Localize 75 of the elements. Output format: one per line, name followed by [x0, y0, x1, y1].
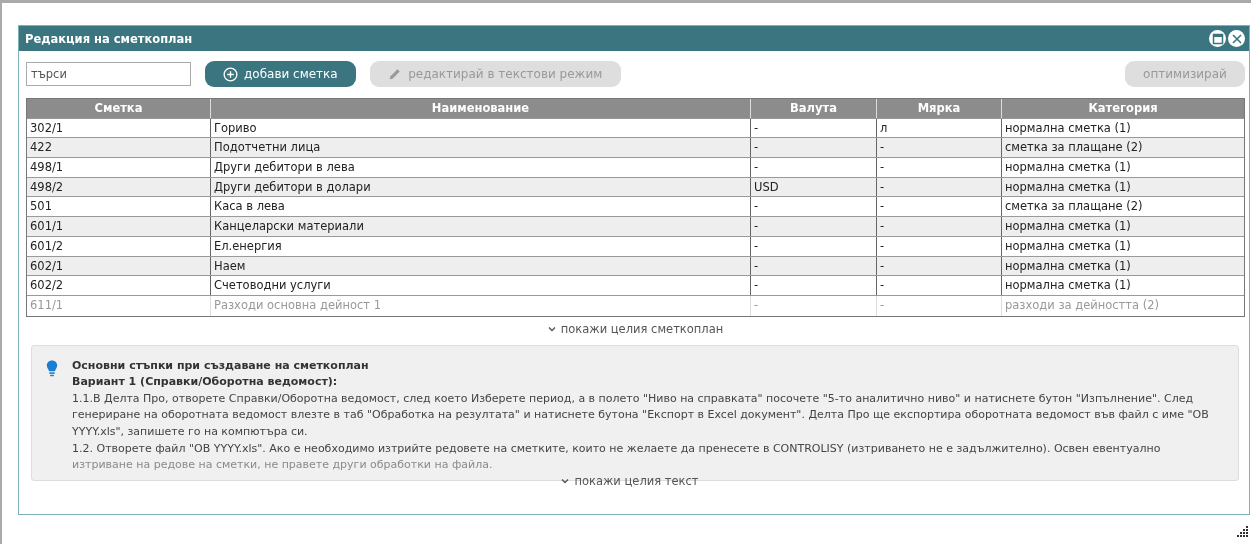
- chevron-down-icon: [547, 325, 556, 332]
- table-cell: Други дебитори в долари: [211, 177, 751, 197]
- table-cell: л: [877, 118, 1002, 138]
- pencil-icon: [388, 67, 403, 81]
- table-cell: Други дебитори в лева: [211, 158, 751, 177]
- show-full-text-link[interactable]: покажи целия текст: [561, 473, 699, 488]
- table-cell: -: [877, 256, 1002, 276]
- table-cell: -: [877, 217, 1002, 236]
- table-cell-text: нормална сметка (1): [1004, 237, 1132, 255]
- table-cell: -: [877, 276, 1002, 295]
- maximize-button[interactable]: [1209, 30, 1226, 47]
- info-heading: Основни стъпки при създаване на сметкоплан: [72, 357, 370, 374]
- maximize-icon: [1211, 32, 1224, 45]
- table-cell: -: [877, 236, 1002, 256]
- table-cell: 602/2: [27, 276, 211, 295]
- table-cell: 601/2: [27, 236, 211, 256]
- table-cell: -: [877, 295, 1002, 316]
- info-paragraph: изтриване на редове на сметки, не правете други обработки на файла.: [72, 457, 494, 474]
- add-account-button[interactable]: добави сметка: [205, 61, 356, 87]
- table-cell-text: нормална сметка (1): [1004, 119, 1132, 137]
- table-cell: Подотчетни лица: [211, 138, 751, 158]
- resize-grip-icon[interactable]: [1237, 526, 1249, 538]
- chevron-down-icon: [561, 477, 570, 484]
- table-cell-text: нормална сметка (1): [1004, 257, 1132, 275]
- table-cell: -: [751, 217, 877, 236]
- table-cell: -: [751, 276, 877, 295]
- table-cell: Наем: [211, 256, 751, 276]
- table-cell: -: [751, 295, 877, 316]
- table-cell: 302/1: [27, 118, 211, 138]
- table-cell: -: [751, 158, 877, 177]
- column-header: Категория: [1087, 100, 1159, 117]
- info-paragraph: 1.2. Отворете файл "ОВ YYYY.xls". Ако е необходимо изтрийте редовете на сметките, които не желаете да пренесете в CONTROLISY (изтриването не е задължително). Освен евентуално: [72, 440, 1162, 457]
- table-cell-text: нормална сметка (1): [1004, 159, 1132, 177]
- table-cell: Канцеларски материали: [211, 217, 751, 236]
- table-cell: -: [751, 256, 877, 276]
- table-cell: -: [877, 197, 1002, 217]
- table-cell: 601/1: [27, 217, 211, 236]
- table-cell-text: нормална сметка (1): [1004, 277, 1132, 295]
- column-header: Наименование: [211, 99, 751, 118]
- window-title: Редакция на сметкоплан: [25, 31, 193, 46]
- table-cell: USD: [751, 177, 877, 197]
- table-cell: -: [751, 197, 877, 217]
- table-cell: -: [877, 158, 1002, 177]
- table-cell: Ел.енергия: [211, 236, 751, 256]
- table-cell-text: разходи за дейността (2): [1004, 296, 1160, 314]
- table-cell-text: нормална сметка (1): [1004, 218, 1132, 236]
- table-cell: 498/2: [27, 177, 211, 197]
- lightbulb-icon: [46, 359, 58, 377]
- table-cell: 422: [27, 138, 211, 158]
- table-cell: -: [751, 138, 877, 158]
- close-icon: [1230, 32, 1243, 45]
- table-cell: 611/1: [27, 295, 211, 316]
- show-full-plan-link[interactable]: покажи целия сметкоплан: [547, 321, 724, 336]
- info-paragraph: 1.1.В Делта Про, отворете Справки/Оборотна ведомост, след което Изберете период, а в полето "Ниво на справката" посочете "5-то аналитично ниво" и натиснете бутон "Изпълнение". След генериране на оборотната ведомост влезте в таб "Обработка на резултата" и натиснете бутона "Експорт в Excel документ". Делта Про ще експортира оборотната ведомост във файл с име "ОВ YYYY.xls", запишете го на компютъра си.: [72, 390, 1210, 440]
- plus-circle-icon: [223, 66, 238, 82]
- table-cell-text: сметка за плащане (2): [1004, 198, 1144, 216]
- table-cell: -: [877, 138, 1002, 158]
- column-header: Валута: [751, 99, 877, 118]
- table-cell: Разходи основна дейност 1: [211, 295, 751, 316]
- column-header: Сметка: [27, 99, 211, 118]
- table-cell: Каса в лева: [211, 197, 751, 217]
- table-cell: Счетоводни услуги: [211, 276, 751, 295]
- table-cell: Гориво: [211, 118, 751, 138]
- table-cell: -: [751, 236, 877, 256]
- column-header: Мярка: [877, 99, 1002, 118]
- info-subheading: Вариант 1 (Справки/Оборотна ведомост):: [72, 374, 339, 391]
- search-field[interactable]: търси: [26, 62, 191, 86]
- table-cell: 498/1: [27, 158, 211, 177]
- table-cell-text: сметка за плащане (2): [1004, 139, 1144, 157]
- table-cell: -: [751, 118, 877, 138]
- table-cell: 501: [27, 197, 211, 217]
- table-cell: -: [877, 177, 1002, 197]
- table-cell-text: нормална сметка (1): [1004, 178, 1132, 196]
- table-cell: 602/1: [27, 256, 211, 276]
- close-button[interactable]: [1228, 30, 1245, 47]
